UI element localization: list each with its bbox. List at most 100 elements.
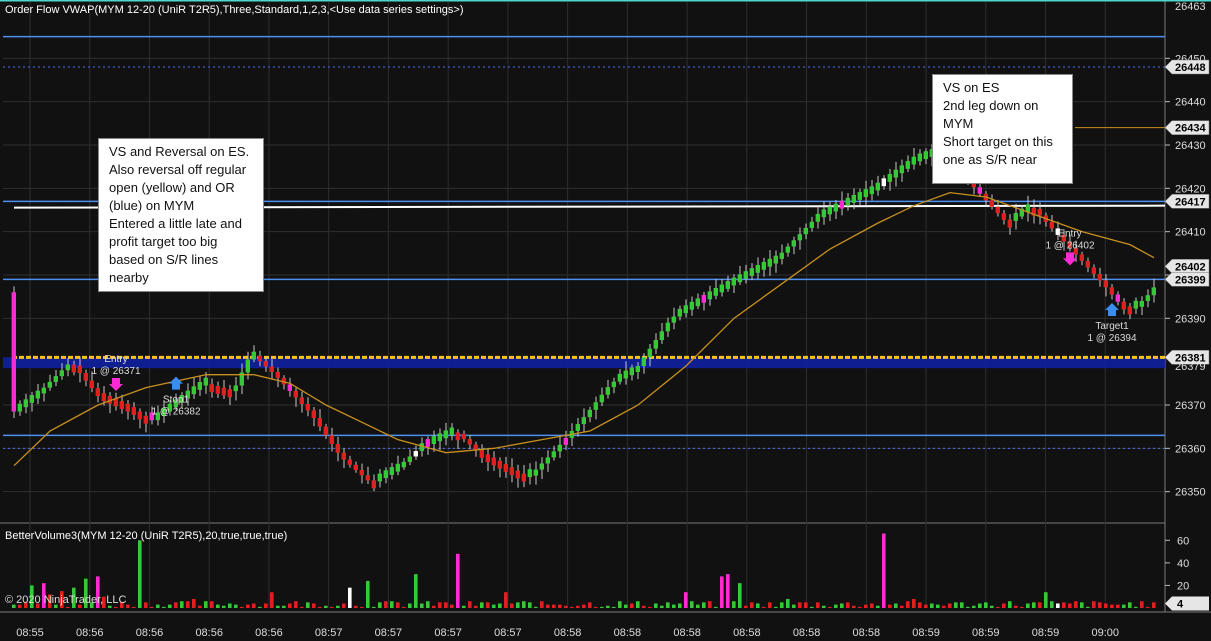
candle-body <box>797 234 802 241</box>
candle-body <box>815 213 820 222</box>
volume-bar <box>1104 603 1108 608</box>
candle-body <box>29 395 34 403</box>
candle-body <box>665 322 670 332</box>
candle-body <box>899 165 904 174</box>
volume-bar <box>318 606 322 608</box>
volume-bar <box>228 603 232 608</box>
volume-bar <box>144 602 148 608</box>
candle-body <box>77 365 82 374</box>
volume-tick-label: 40 <box>1177 558 1189 570</box>
price-tick-label: 26440 <box>1175 97 1206 109</box>
volume-bar <box>462 605 466 608</box>
volume-bar <box>786 598 790 608</box>
volume-bar <box>468 601 472 608</box>
time-tick-label: 08:59 <box>972 627 1000 639</box>
volume-bar <box>738 583 742 608</box>
volume-bar <box>1092 601 1096 608</box>
volume-bar <box>870 603 874 608</box>
volume-bar <box>888 604 892 608</box>
time-tick-label: 08:59 <box>1032 627 1060 639</box>
candle-body <box>1007 219 1012 228</box>
candle-body <box>473 444 478 450</box>
candle-body <box>629 367 634 376</box>
candle-body <box>353 464 358 470</box>
annotation-note-right[interactable]: VS on ES 2nd leg down on MYM Short targe… <box>932 74 1073 184</box>
candle-body <box>599 394 604 403</box>
candle-body <box>695 298 700 307</box>
volume-bar <box>744 605 748 608</box>
volume-bar <box>126 604 130 608</box>
volume-bar <box>768 602 772 608</box>
volume-bar <box>690 601 694 608</box>
volume-bar <box>828 606 832 608</box>
price-tag-label: 26463 <box>1175 1 1206 13</box>
volume-bar <box>564 605 568 608</box>
trade-marker-detail: 1 @ 26394 <box>1087 333 1137 344</box>
candle-body <box>893 169 898 178</box>
volume-bar <box>366 580 370 608</box>
volume-bar <box>1074 601 1078 608</box>
candle-body <box>761 261 766 270</box>
volume-bar <box>948 603 952 608</box>
volume-bar <box>996 606 1000 608</box>
volume-bar <box>414 574 418 608</box>
candle-body <box>269 366 274 372</box>
candle-body <box>497 460 502 469</box>
volume-bar <box>1152 602 1156 608</box>
volume-bar <box>816 602 820 608</box>
volume-bar <box>138 540 142 608</box>
volume-bar <box>780 602 784 608</box>
candle-body <box>35 390 40 399</box>
candle-body <box>545 457 550 464</box>
candle-body <box>125 403 130 412</box>
candle-body <box>887 174 892 182</box>
volume-bar <box>114 606 118 608</box>
candle-body <box>671 316 676 323</box>
candle-body <box>431 436 436 444</box>
volume-bar <box>600 606 604 608</box>
volume-bar <box>930 603 934 608</box>
price-tick-label: 26370 <box>1175 400 1206 412</box>
volume-bar <box>876 605 880 608</box>
volume-bar <box>222 605 226 608</box>
candle-body <box>479 449 484 458</box>
time-tick-label: 08:57 <box>315 627 343 639</box>
time-tick-label: 08:56 <box>136 627 164 639</box>
volume-bar <box>378 602 382 608</box>
volume-bar <box>360 606 364 608</box>
candle-body <box>1037 208 1042 216</box>
volume-bar <box>384 601 388 608</box>
candle-body <box>1085 260 1090 268</box>
candle-body <box>413 451 418 457</box>
chart-window: Entry 1 @ 26371 Stop1 1 @ 26382 Entry 1 @ 264… <box>0 0 1211 641</box>
price-tag-label: 26402 <box>1175 261 1206 273</box>
candle-body <box>1103 280 1108 288</box>
candle-body <box>647 348 652 358</box>
volume-bar <box>150 606 154 608</box>
candle-body <box>1139 301 1144 307</box>
trade-marker-label: Entry <box>1058 228 1081 239</box>
volume-bar <box>858 606 862 608</box>
volume-bar <box>666 602 670 608</box>
volume-bar <box>612 606 616 608</box>
volume-bar <box>324 605 328 608</box>
volume-bar <box>678 603 682 608</box>
candle-body <box>377 473 382 482</box>
volume-bar <box>330 606 334 608</box>
volume-bar <box>1044 592 1048 608</box>
annotation-note-left[interactable]: VS and Reversal on ES. Also reversal off… <box>98 138 264 292</box>
candle-body <box>227 389 232 398</box>
volume-bar <box>1140 601 1144 608</box>
candle-body <box>407 456 412 462</box>
volume-bar <box>726 574 730 608</box>
volume-bar <box>936 604 940 608</box>
candle-body <box>527 469 532 478</box>
candle-body <box>347 459 352 465</box>
volume-bar <box>1110 604 1114 608</box>
candle-body <box>1091 267 1096 274</box>
time-tick-label: 08:58 <box>733 627 761 639</box>
candle-body <box>1151 287 1156 296</box>
candle-body <box>467 439 472 445</box>
trade-marker-detail: 1 @ 26371 <box>91 366 141 377</box>
candle-body <box>215 385 220 394</box>
